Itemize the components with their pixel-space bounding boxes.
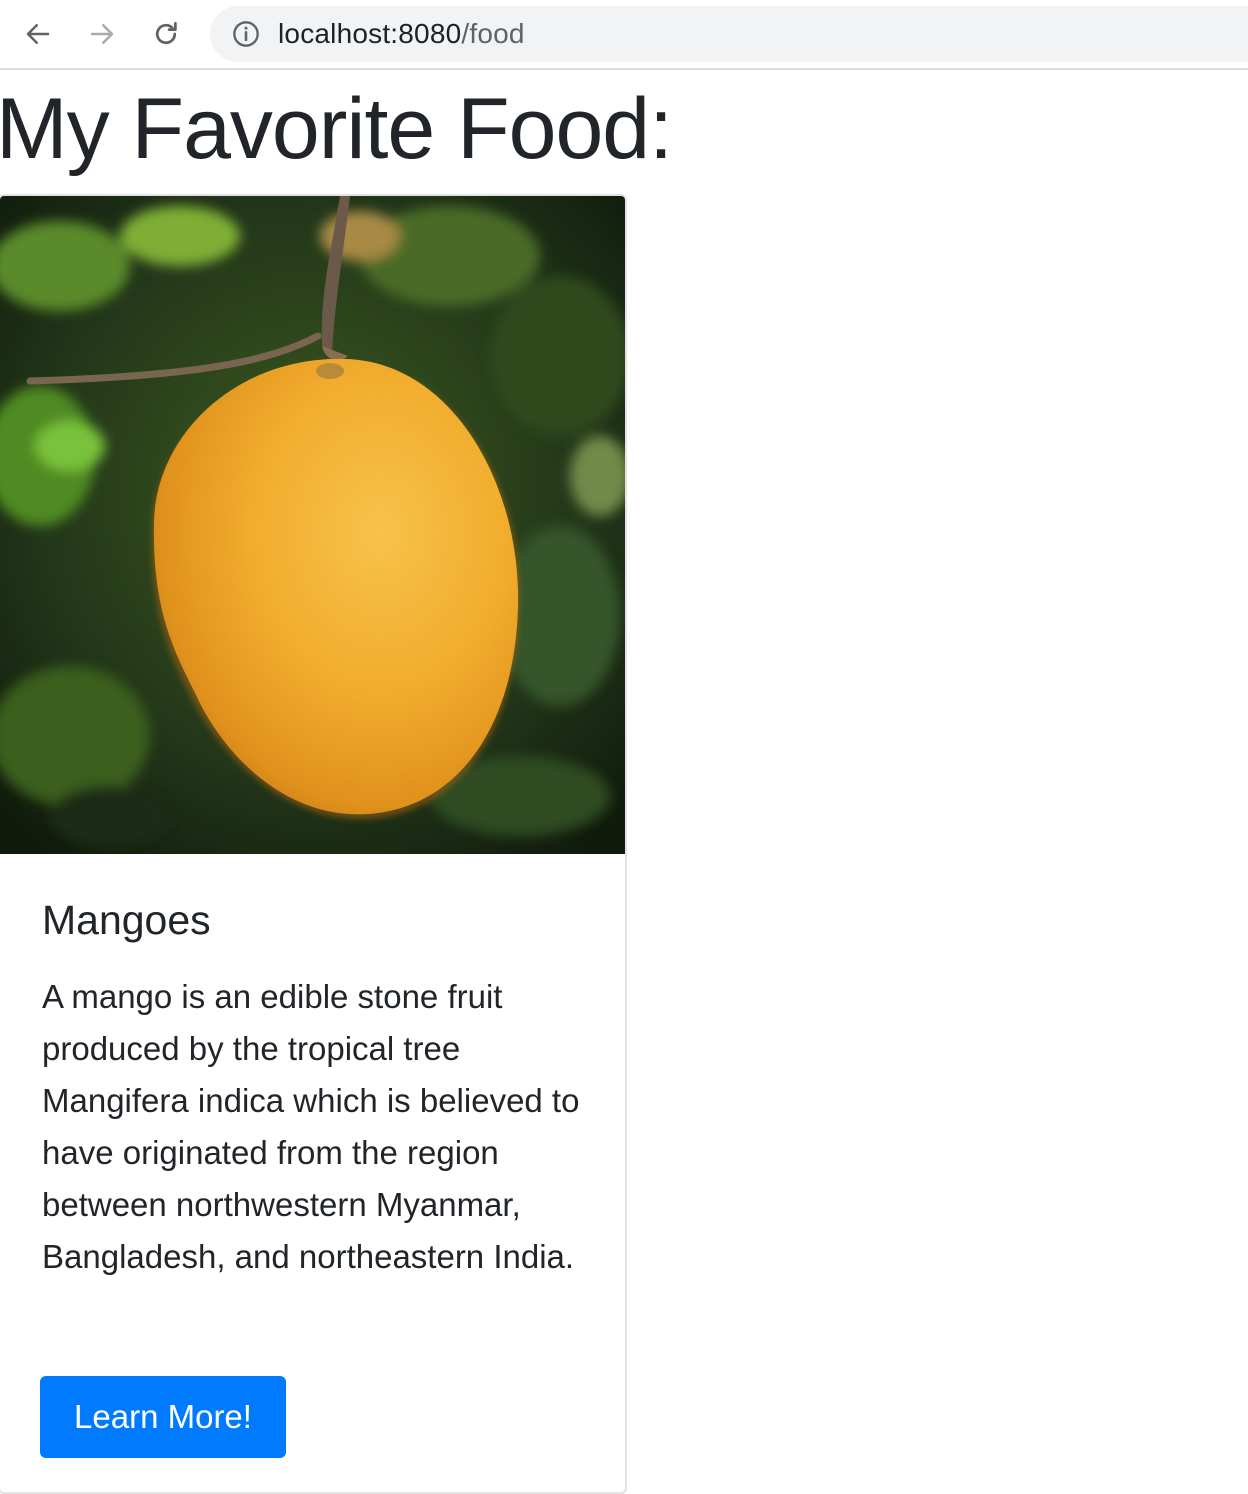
card-title: Mangoes — [42, 897, 211, 943]
url-text[interactable]: localhost:8080/food — [278, 18, 525, 50]
info-icon[interactable] — [232, 20, 260, 48]
back-button[interactable] — [18, 14, 58, 54]
address-bar[interactable]: localhost:8080/food — [210, 6, 1248, 62]
learn-more-button[interactable]: Learn More! — [40, 1376, 286, 1458]
mango-image — [0, 196, 625, 854]
url-host: localhost:8080 — [278, 18, 462, 49]
browser-toolbar: localhost:8080/food — [0, 0, 1248, 70]
forward-button[interactable] — [82, 14, 122, 54]
page-title: My Favorite Food: — [0, 81, 673, 177]
reload-button[interactable] — [146, 14, 186, 54]
forward-arrow-icon — [90, 24, 114, 44]
back-arrow-icon — [26, 24, 50, 44]
reload-icon — [155, 22, 177, 45]
card-text: A mango is an edible stone fruit produce… — [42, 978, 580, 1276]
url-path: /food — [461, 18, 525, 49]
card-body: Mangoes A mango is an edible stone fruit… — [42, 896, 602, 1283]
food-card: Mangoes A mango is an edible stone fruit… — [0, 194, 627, 1494]
